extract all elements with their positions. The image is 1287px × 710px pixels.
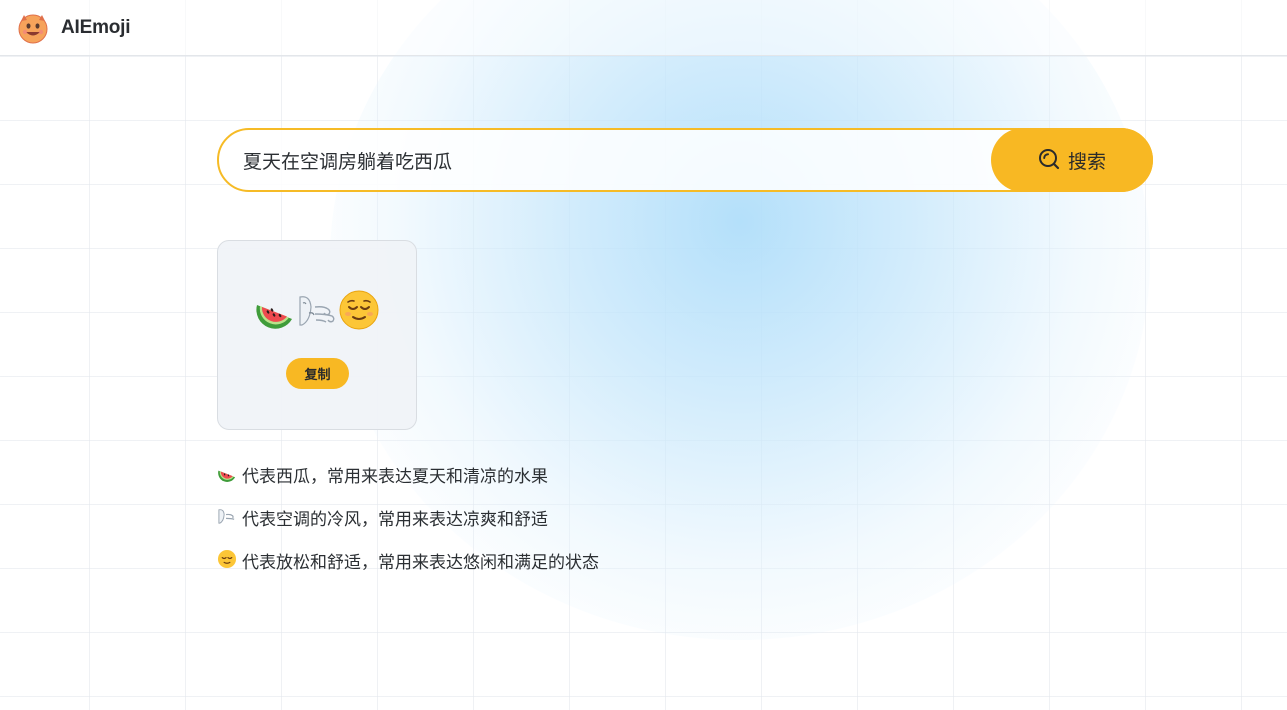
search-bar: 搜索 (217, 128, 1153, 192)
watermelon-icon (217, 462, 239, 484)
explanation-item: 代表放松和舒适，常用来表达悠闲和满足的状态 (217, 548, 599, 591)
app-title[interactable]: AIEmoji (61, 17, 131, 39)
emoji-explanations: 代表西瓜，常用来表达夏天和清凉的水果 代表空调的冷风，常用来表达凉爽和舒适 代表… (217, 462, 599, 591)
explanation-text: 代表空调的冷风，常用来表达凉爽和舒适 (242, 510, 548, 530)
relieved-face-icon (338, 289, 380, 335)
search-icon (1038, 148, 1060, 173)
wind-face-icon (296, 289, 338, 335)
wind-face-icon (217, 505, 239, 527)
explanation-text: 代表放松和舒适，常用来表达悠闲和满足的状态 (242, 553, 599, 573)
explanation-item: 代表西瓜，常用来表达夏天和清凉的水果 (217, 462, 599, 505)
result-card: 复制 (217, 240, 417, 430)
top-bar: AIEmoji (0, 0, 1287, 56)
search-button-label: 搜索 (1067, 151, 1106, 173)
search-button[interactable]: 搜索 (991, 128, 1153, 192)
page: AIEmoji 搜索 (0, 0, 1287, 710)
relieved-face-icon (217, 548, 239, 570)
copy-button[interactable]: 复制 (286, 358, 349, 389)
smiling-devil-face-icon[interactable] (17, 12, 49, 44)
watermelon-icon (254, 289, 296, 335)
explanation-item: 代表空调的冷风，常用来表达凉爽和舒适 (217, 505, 599, 548)
emoji-result (218, 289, 416, 335)
explanation-text: 代表西瓜，常用来表达夏天和清凉的水果 (242, 467, 548, 487)
